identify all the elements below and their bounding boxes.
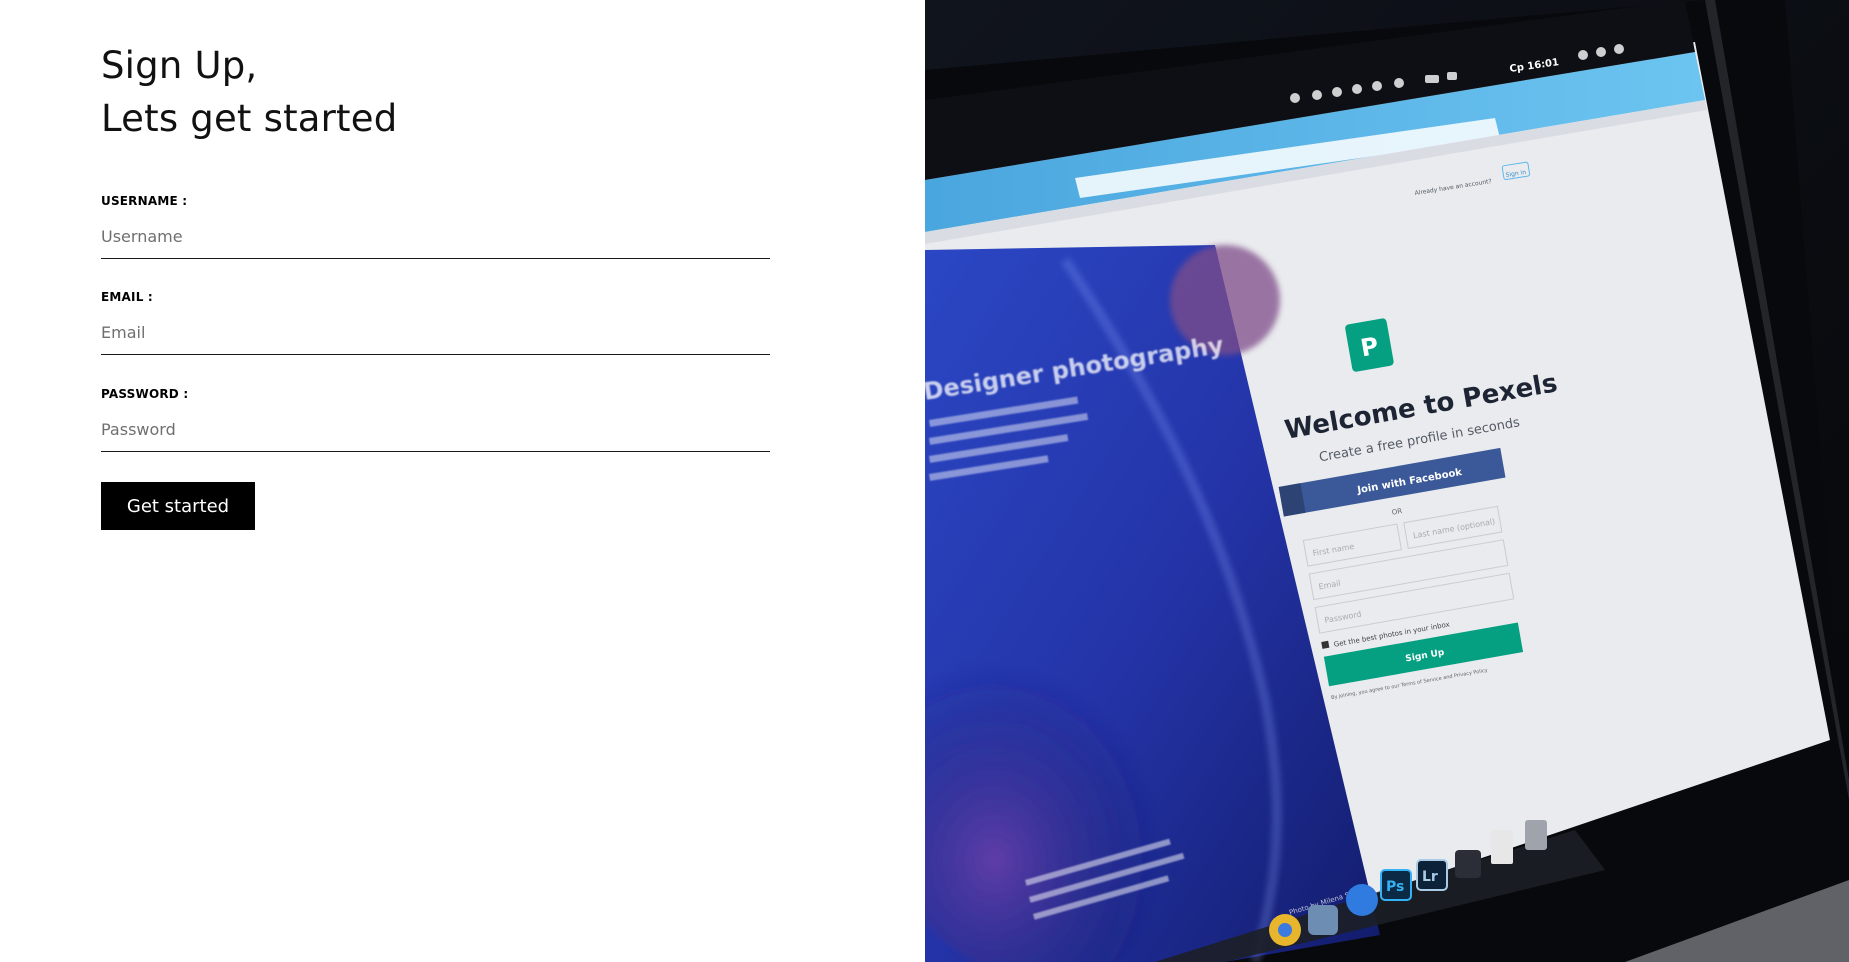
email-label: EMAIL :: [101, 290, 153, 304]
trash-dock-icon[interactable]: [1525, 820, 1547, 850]
email-field-group: EMAIL :: [101, 288, 770, 355]
finder-dock-icon[interactable]: [1308, 905, 1338, 935]
password-label: PASSWORD :: [101, 387, 189, 401]
signup-page: Sign Up, Lets get started USERNAME : EMA…: [0, 0, 1849, 962]
laptop-photo: Designer photography Photo by Milena San…: [925, 0, 1849, 962]
lightroom-dock-label: Lr: [1422, 869, 1438, 885]
email-input[interactable]: [101, 317, 770, 355]
activity-dock-icon[interactable]: [1455, 850, 1481, 878]
appstore-dock-icon[interactable]: [1346, 884, 1378, 916]
photoshop-dock-label: Ps: [1386, 879, 1404, 895]
preview-dock-icon[interactable]: [1491, 830, 1513, 864]
username-field-group: USERNAME :: [101, 192, 770, 259]
page-title-line-1: Sign Up,: [101, 44, 258, 87]
page-title-line-2: Lets get started: [101, 97, 398, 140]
password-input[interactable]: [101, 414, 770, 452]
newsletter-checkbox[interactable]: [1321, 640, 1330, 649]
signup-form-panel: Sign Up, Lets get started USERNAME : EMA…: [0, 0, 925, 962]
username-label: USERNAME :: [101, 194, 188, 208]
password-field-group: PASSWORD :: [101, 385, 770, 452]
get-started-button[interactable]: Get started: [101, 482, 255, 530]
username-input[interactable]: [101, 221, 770, 259]
laptop-photo-illustration: Designer photography Photo by Milena San…: [925, 0, 1849, 962]
